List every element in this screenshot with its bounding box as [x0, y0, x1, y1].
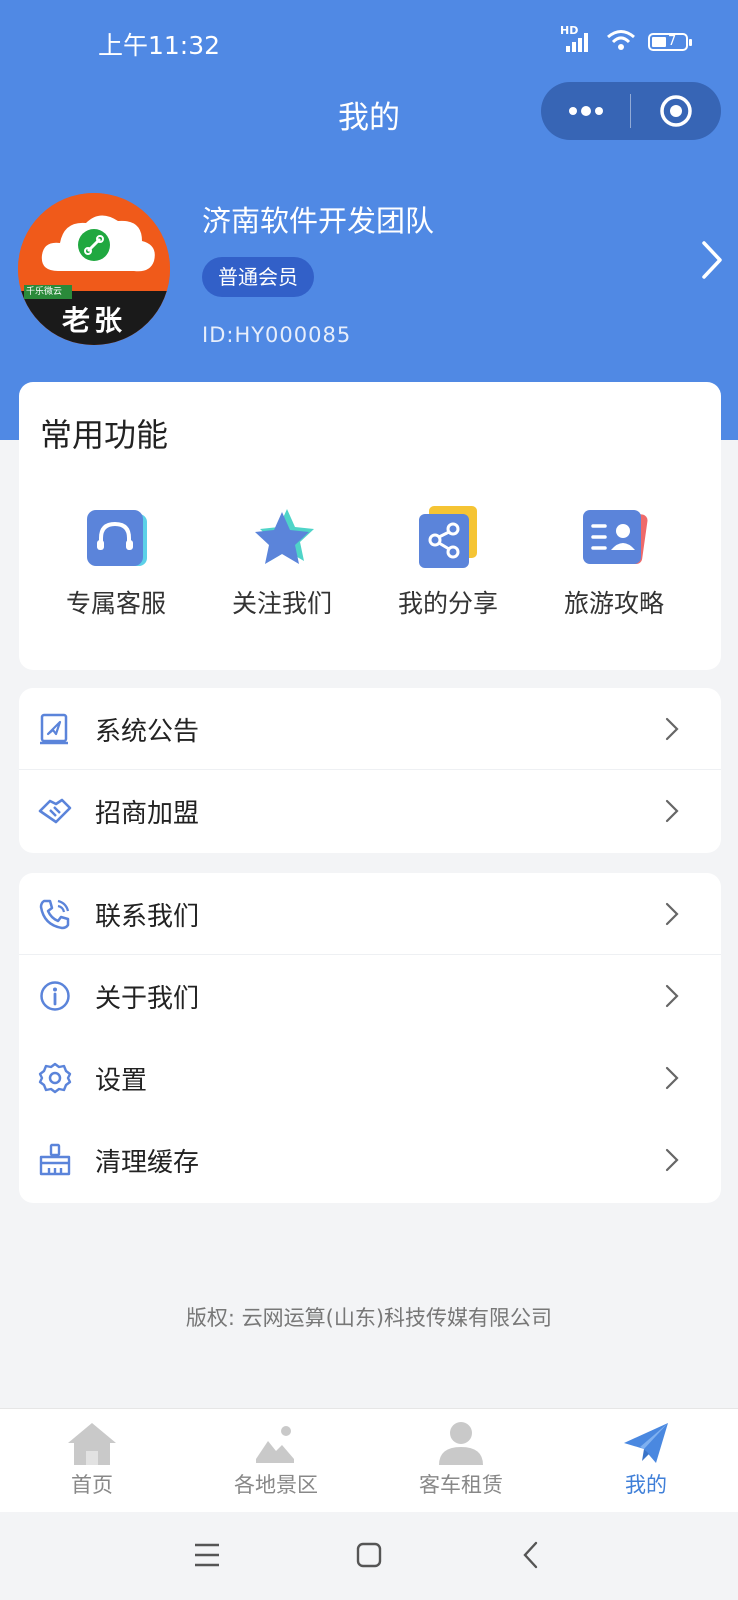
tab-bus-rental[interactable]: 客车租赁: [381, 1419, 541, 1499]
profile-chevron-right-icon[interactable]: [700, 240, 724, 284]
features-title: 常用功能: [40, 416, 169, 454]
close-target-icon: [659, 95, 692, 127]
copyright-text: 版权: 云网运算(山东)科技传媒有限公司: [185, 1306, 553, 1330]
info-icon: [40, 981, 70, 1011]
status-time: 上午11:32: [98, 31, 221, 60]
feature-label: 关注我们: [231, 589, 332, 618]
avatar-tag: 千乐微云: [26, 287, 63, 297]
feature-my-share[interactable]: 我的分享: [363, 502, 533, 620]
menu-item-settings[interactable]: 设置: [19, 1037, 721, 1119]
gear-icon: [38, 1062, 72, 1094]
menu-item-franchise[interactable]: 招商加盟: [19, 770, 721, 852]
battery-level: 7: [668, 34, 677, 49]
menu-label: 系统公告: [95, 716, 200, 747]
chevron-right-icon: [665, 902, 679, 926]
menu-group-2: 联系我们 关于我们 设置 清理缓存: [19, 873, 721, 1203]
avatar-text: 老张: [61, 304, 126, 337]
menu-group-1: 系统公告 招商加盟: [19, 688, 721, 853]
member-level-badge: 普通会员: [202, 257, 314, 297]
handshake-icon: [38, 798, 72, 824]
status-icons: HD 7: [560, 24, 692, 56]
home-square-icon[interactable]: [356, 1542, 382, 1568]
chevron-right-icon: [665, 984, 679, 1008]
back-icon[interactable]: [521, 1540, 539, 1570]
broom-icon: [39, 1143, 71, 1176]
person-icon: [433, 1419, 489, 1467]
tab-label: 客车租赁: [419, 1473, 503, 1497]
close-button[interactable]: [631, 94, 720, 128]
menu-label: 关于我们: [95, 983, 200, 1014]
home-icon: [64, 1419, 120, 1467]
status-bar: 上午11:32 HD 7: [0, 0, 738, 90]
tab-scenic-areas[interactable]: 各地景区: [196, 1419, 356, 1499]
profile-name: 济南软件开发团队: [202, 204, 435, 238]
system-navigation-bar: [0, 1512, 738, 1600]
profile-id: ID:HY000085: [202, 323, 352, 347]
menu-item-announcement[interactable]: 系统公告: [19, 688, 721, 770]
mini-program-capsule: [541, 82, 721, 140]
menu-item-contact-us[interactable]: 联系我们: [19, 873, 721, 955]
menu-item-about-us[interactable]: 关于我们: [19, 955, 721, 1037]
chevron-right-icon: [665, 717, 679, 741]
share-icon: [413, 502, 483, 572]
feature-label: 旅游攻略: [563, 589, 664, 618]
feature-travel-guide[interactable]: 旅游攻略: [529, 502, 699, 620]
tab-label: 首页: [71, 1473, 113, 1497]
headset-icon: [81, 502, 151, 572]
paper-plane-icon: [618, 1419, 674, 1467]
phone-icon: [39, 899, 70, 930]
feature-label: 我的分享: [397, 589, 498, 618]
battery-icon: 7: [648, 33, 692, 51]
chevron-right-icon: [665, 1066, 679, 1090]
star-icon: [247, 502, 317, 572]
more-dots-icon: [568, 106, 603, 116]
menu-label: 联系我们: [95, 901, 200, 932]
common-features-card: 常用功能 专属客服 关注我们 我的分享 旅游攻略: [19, 382, 721, 670]
more-button[interactable]: [541, 104, 630, 118]
feature-follow-us[interactable]: 关注我们: [197, 502, 367, 620]
guide-card-icon: [579, 502, 649, 572]
menu-label: 清理缓存: [95, 1147, 200, 1178]
wifi-icon: [606, 28, 636, 56]
tab-home[interactable]: 首页: [12, 1419, 172, 1499]
tab-mine[interactable]: 我的: [566, 1419, 726, 1499]
chevron-right-icon: [665, 1148, 679, 1172]
menu-icon[interactable]: [193, 1542, 221, 1568]
bottom-tab-bar: 首页 各地景区 客车租赁 我的: [0, 1408, 738, 1512]
tab-label: 我的: [625, 1473, 667, 1497]
menu-item-clear-cache[interactable]: 清理缓存: [19, 1119, 721, 1201]
feature-customer-service[interactable]: 专属客服: [31, 502, 201, 620]
feature-label: 专属客服: [65, 589, 166, 618]
chevron-right-icon: [665, 799, 679, 823]
menu-label: 招商加盟: [95, 798, 200, 829]
avatar[interactable]: 千乐微云 老张: [18, 193, 170, 345]
tab-label: 各地景区: [234, 1473, 318, 1497]
announcement-icon: [40, 713, 68, 745]
signal-icon: HD: [560, 24, 594, 54]
menu-label: 设置: [95, 1065, 148, 1096]
scenery-icon: [248, 1419, 304, 1467]
